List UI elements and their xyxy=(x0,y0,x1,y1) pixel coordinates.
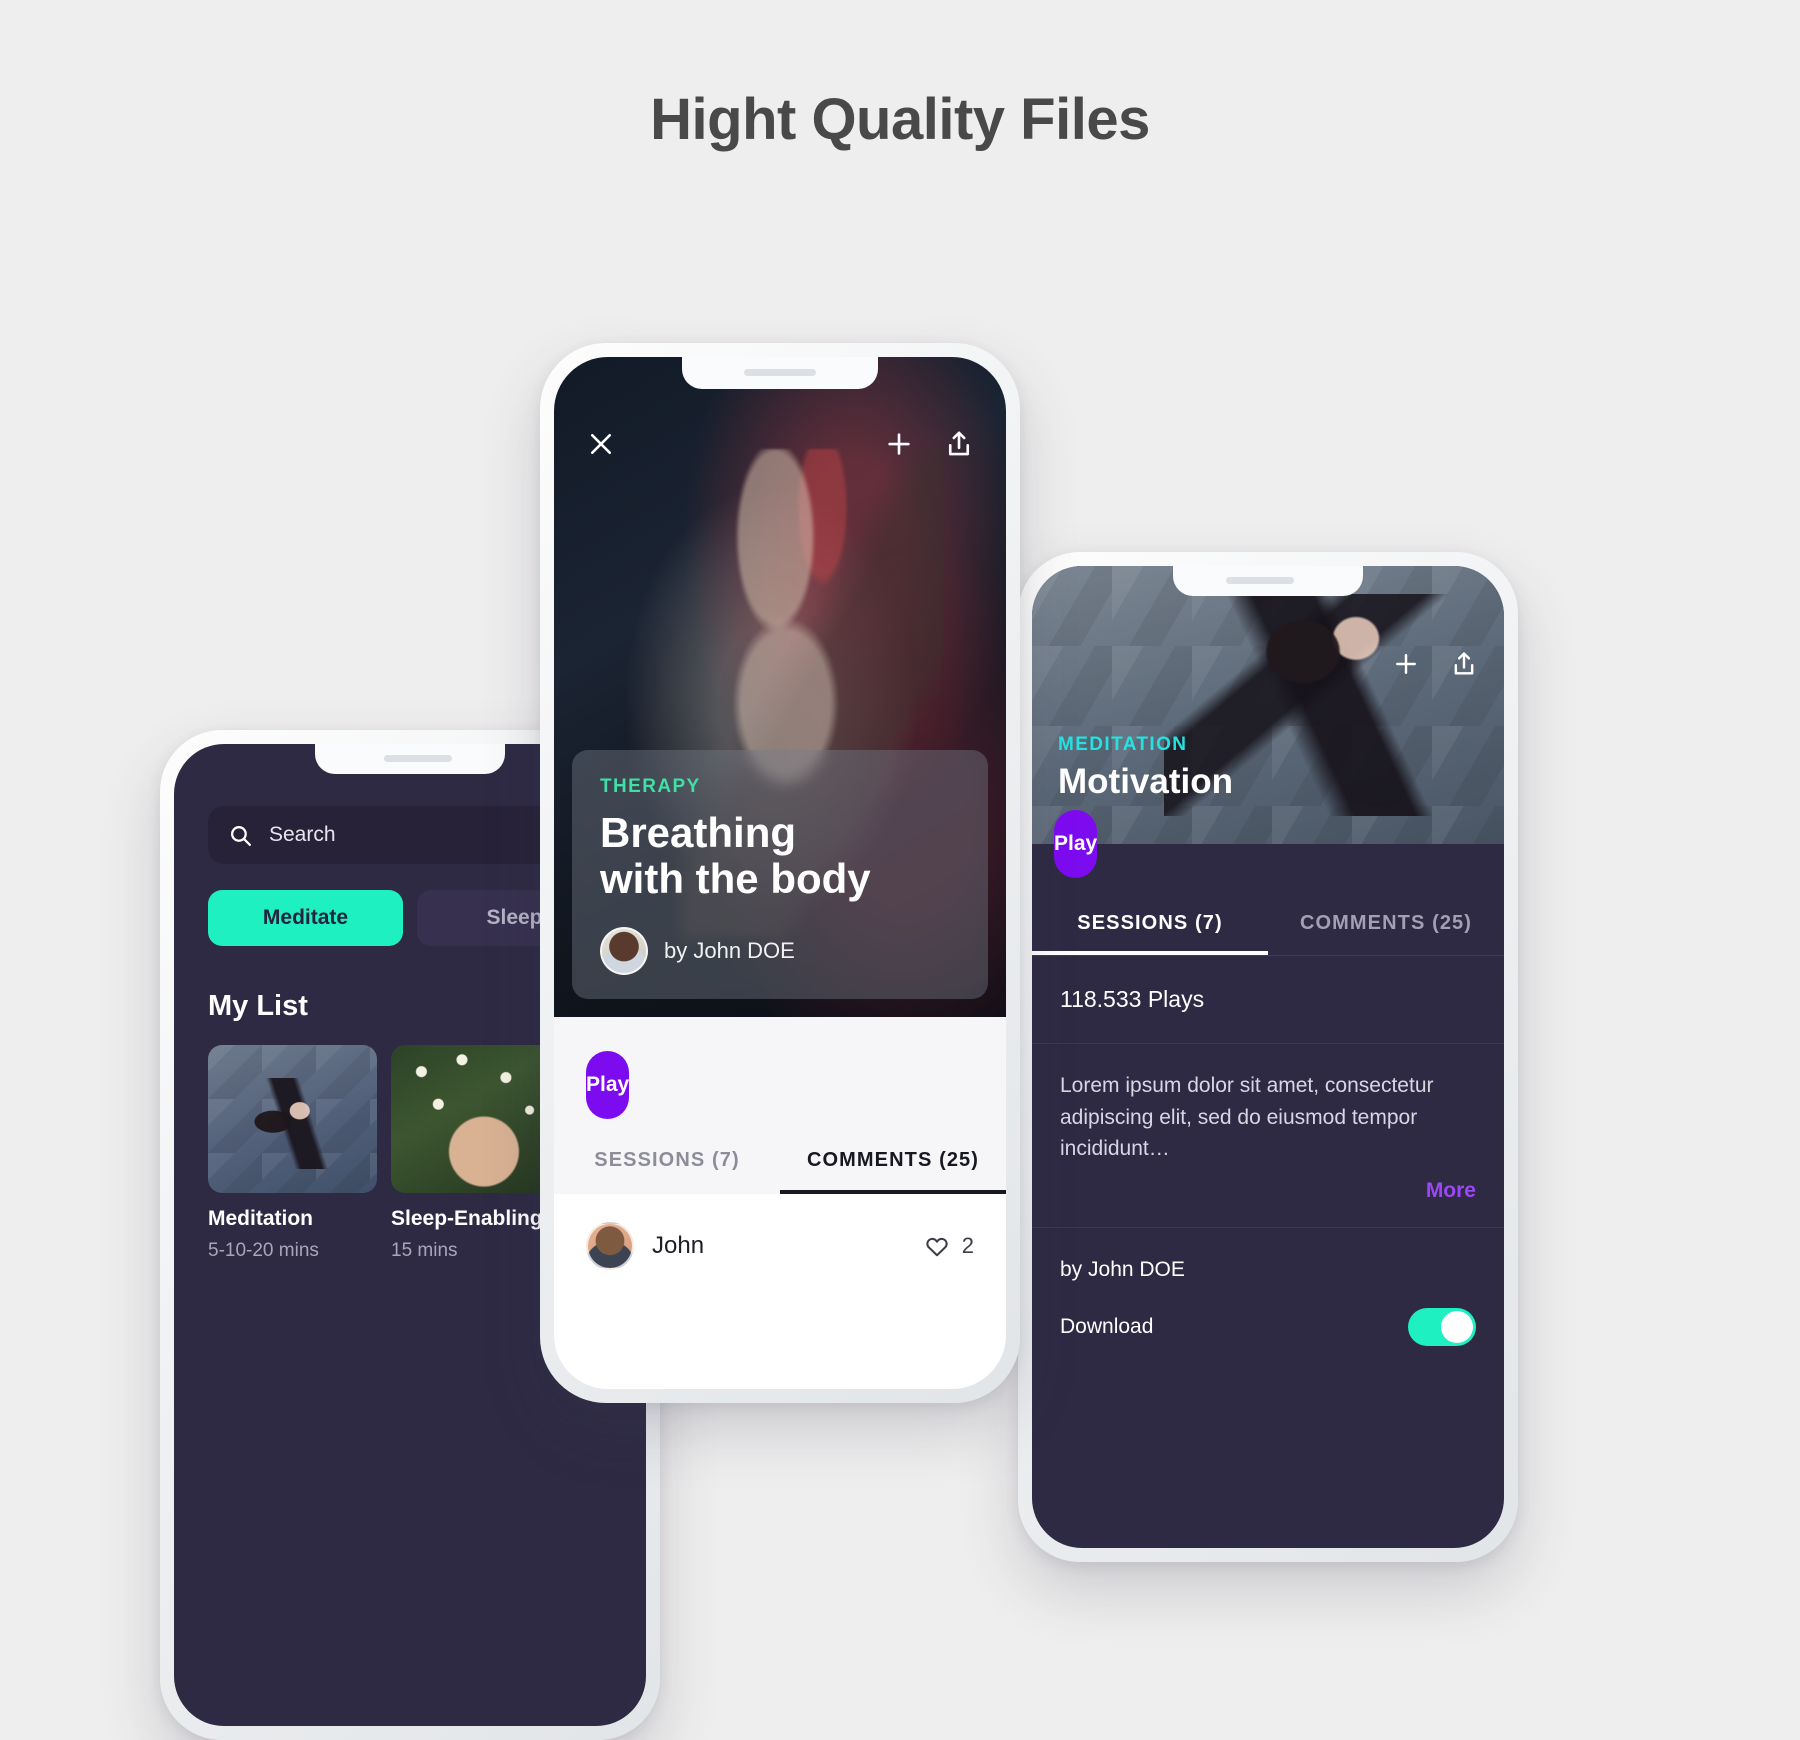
hero-actions xyxy=(1392,650,1478,678)
track-title: Breathing with the body xyxy=(600,810,960,901)
more-link[interactable]: More xyxy=(1032,1165,1504,1203)
track-info-card: THERAPY Breathing with the body by John … xyxy=(572,750,988,999)
page-title: Hight Quality Files xyxy=(650,87,1150,152)
tab-sessions[interactable]: SESSIONS (7) xyxy=(554,1149,780,1194)
share-icon[interactable] xyxy=(1450,650,1478,678)
hero-title: Motivation xyxy=(1058,762,1233,801)
tab-bar: SESSIONS (7) COMMENTS (25) xyxy=(1032,912,1504,956)
tab-comments[interactable]: COMMENTS (25) xyxy=(1268,912,1504,955)
track-author: by John DOE xyxy=(600,927,960,975)
hero-category: MEDITATION xyxy=(1058,734,1188,755)
hero-actions xyxy=(554,429,1006,459)
plays-count: 118.533 Plays xyxy=(1032,956,1504,1044)
tab-sessions[interactable]: SESSIONS (7) xyxy=(1032,912,1268,955)
comment-row[interactable]: John 2 xyxy=(554,1194,1006,1270)
center-screen: THERAPY Breathing with the body by John … xyxy=(554,357,1006,1389)
author-name: by John DOE xyxy=(664,938,795,963)
plus-icon[interactable] xyxy=(1392,650,1420,678)
hero-labels: MEDITATION Motivation xyxy=(1058,734,1233,802)
speaker-grille xyxy=(1226,577,1294,584)
tab-bar: SESSIONS (7) COMMENTS (25) xyxy=(554,1119,1006,1194)
comment-author: John xyxy=(586,1222,704,1270)
toggle-knob xyxy=(1441,1310,1473,1343)
right-screen: MEDITATION Motivation Play SESSIONS (7) … xyxy=(1032,566,1504,1548)
track-title-line1: Breathing xyxy=(600,809,797,857)
search-icon xyxy=(228,823,253,848)
play-button-wrap: Play xyxy=(554,1017,1006,1119)
close-icon[interactable] xyxy=(586,429,616,459)
hero-right-actions xyxy=(884,429,974,459)
card-title: Sleep-Enabling xyxy=(391,1207,543,1230)
session-author: by John DOE xyxy=(1032,1226,1504,1282)
speaker-grille xyxy=(744,369,816,376)
track-title-line2: with the body xyxy=(600,854,871,902)
download-row: Download xyxy=(1032,1282,1504,1346)
search-placeholder: Search xyxy=(269,823,336,846)
share-icon[interactable] xyxy=(944,429,974,459)
download-toggle[interactable] xyxy=(1408,1307,1476,1346)
tab-comments[interactable]: COMMENTS (25) xyxy=(780,1149,1006,1194)
segment-meditate[interactable]: Meditate xyxy=(208,890,403,946)
flowers-portrait-thumbnail xyxy=(391,1045,560,1193)
download-label: Download xyxy=(1060,1314,1154,1338)
buddha-statue-photo: THERAPY Breathing with the body by John … xyxy=(554,357,1006,1017)
speaker-grille xyxy=(384,755,452,762)
plus-icon[interactable] xyxy=(884,429,914,459)
phone-center: THERAPY Breathing with the body by John … xyxy=(540,343,1020,1403)
list-item[interactable]: Meditation 5-10-20 mins xyxy=(208,1045,377,1262)
author-avatar xyxy=(600,927,648,975)
session-description: Lorem ipsum dolor sit amet, consectetur … xyxy=(1060,1074,1434,1160)
comment-name: John xyxy=(652,1232,705,1259)
card-title: Meditation xyxy=(208,1207,313,1230)
like-count: 2 xyxy=(961,1233,974,1258)
comment-likes[interactable]: 2 xyxy=(924,1233,974,1259)
card-duration: 15 mins xyxy=(391,1240,458,1261)
play-button[interactable]: Play xyxy=(586,1051,630,1119)
commenter-avatar xyxy=(586,1222,634,1270)
heart-icon[interactable] xyxy=(924,1233,950,1259)
card-duration: 5-10-20 mins xyxy=(208,1240,319,1261)
play-button[interactable]: Play xyxy=(1054,810,1098,878)
list-item[interactable]: Sleep-Enabling 15 mins xyxy=(391,1045,560,1262)
yoga-pose-photo: MEDITATION Motivation xyxy=(1032,566,1504,844)
track-category: THERAPY xyxy=(600,776,701,798)
phone-right: MEDITATION Motivation Play SESSIONS (7) … xyxy=(1018,552,1518,1562)
yoga-pose-thumbnail xyxy=(208,1045,377,1193)
play-button-wrap: Play xyxy=(1032,810,1504,878)
